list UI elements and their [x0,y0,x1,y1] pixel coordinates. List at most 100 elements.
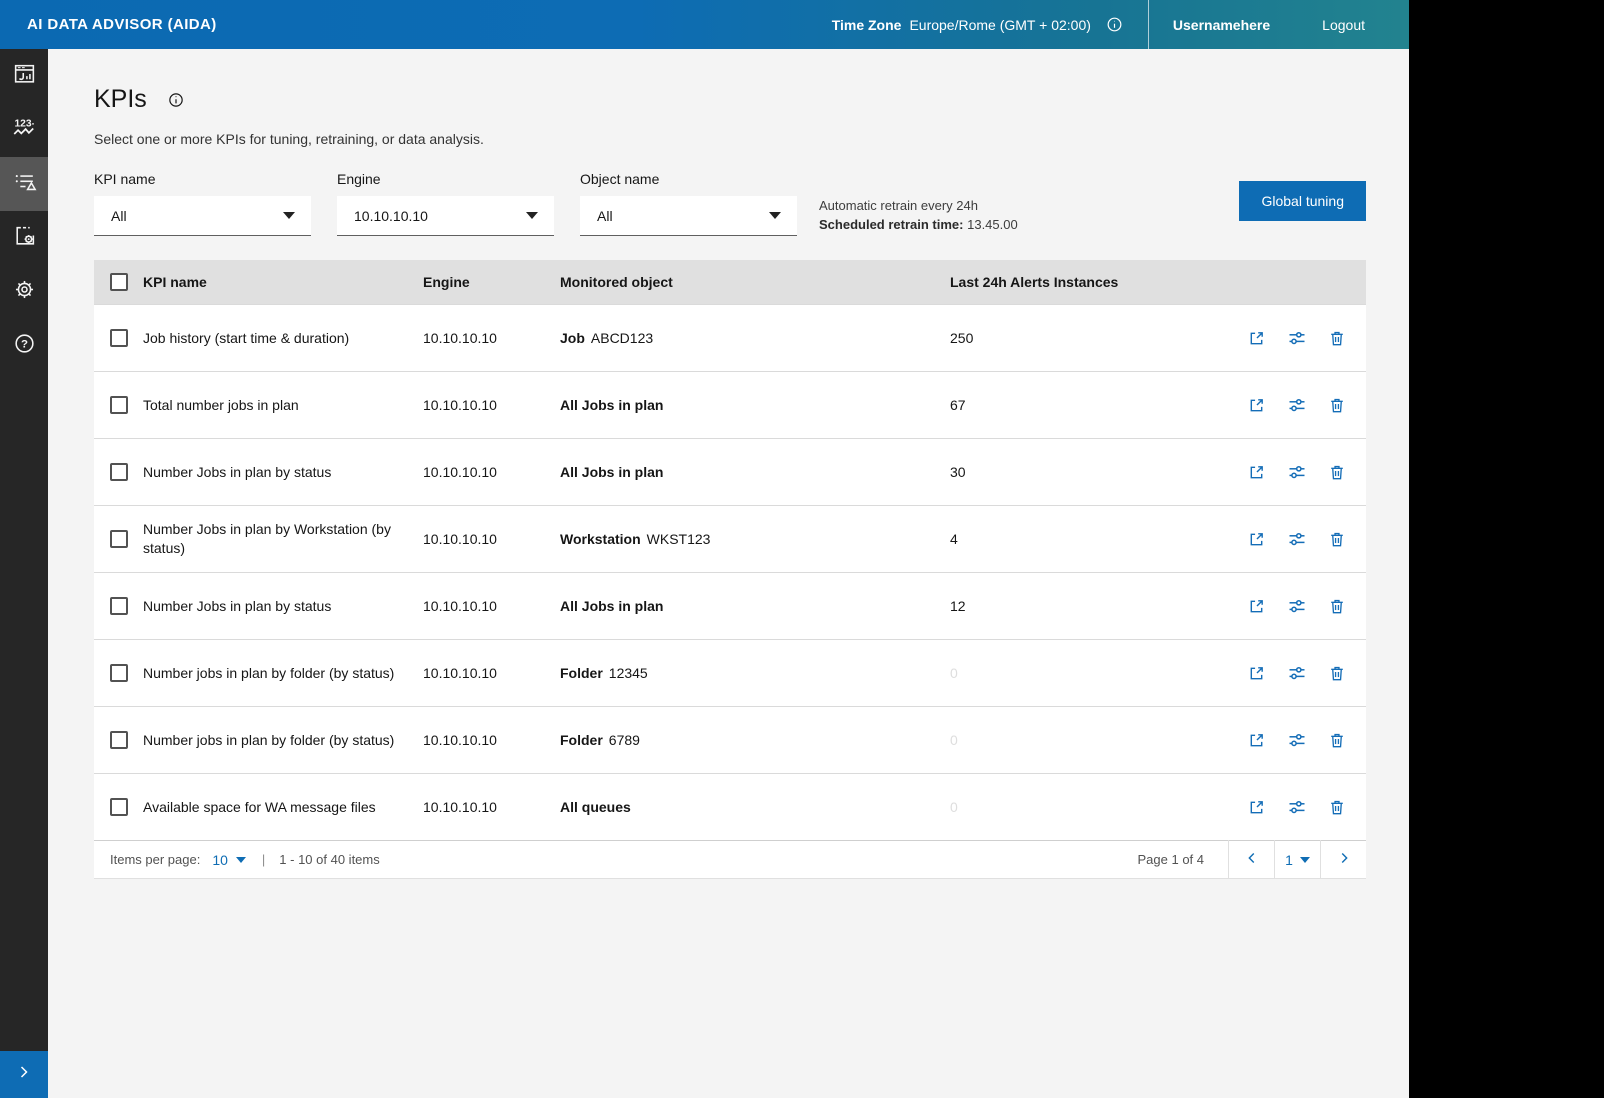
sidebar-item-object-config[interactable] [0,211,48,265]
tuning-sliders-icon[interactable] [1288,463,1306,481]
open-in-new-icon[interactable] [1248,330,1265,347]
open-in-new-icon[interactable] [1248,732,1265,749]
open-in-new-icon[interactable] [1248,665,1265,682]
filter-kpi-name-value: All [111,208,127,224]
kpi-alert-list-icon [12,169,37,199]
table-row: Number Jobs in plan by status 10.10.10.1… [94,572,1366,639]
delete-trash-icon[interactable] [1329,732,1345,749]
filter-engine-select[interactable]: 10.10.10.10 [337,196,554,236]
app-title: AI DATA ADVISOR (AIDA) [27,16,217,33]
page-of-text: Page 1 of 4 [1138,852,1229,867]
alerts-count-cell: 0 [950,665,1250,681]
object-settings-icon [12,223,37,253]
username[interactable]: Usernamehere [1149,17,1322,33]
engine-cell: 10.10.10.10 [423,665,560,681]
delete-trash-icon[interactable] [1329,598,1345,615]
tuning-sliders-icon[interactable] [1288,664,1306,682]
open-in-new-icon[interactable] [1248,799,1265,816]
app-window: AI DATA ADVISOR (AIDA) Time Zone Europe/… [0,0,1409,1098]
previous-page-button[interactable] [1228,840,1274,879]
delete-trash-icon[interactable] [1329,799,1345,816]
timezone-info-icon[interactable] [1105,15,1124,34]
row-checkbox[interactable] [110,664,128,682]
row-checkbox[interactable] [110,329,128,347]
chevron-left-icon [1244,850,1260,869]
delete-trash-icon[interactable] [1329,531,1345,548]
filter-engine-value: 10.10.10.10 [354,208,428,224]
chevron-down-icon [236,857,246,863]
sidebar-item-kpis[interactable] [0,157,48,211]
tuning-sliders-icon[interactable] [1288,798,1306,816]
select-all-checkbox[interactable] [110,273,128,291]
row-checkbox[interactable] [110,798,128,816]
row-checkbox[interactable] [110,530,128,548]
kpi-name-cell: Job history (start time & duration) [143,329,423,348]
table-row: Number jobs in plan by folder (by status… [94,639,1366,706]
tuning-sliders-icon[interactable] [1288,396,1306,414]
row-checkbox[interactable] [110,396,128,414]
delete-trash-icon[interactable] [1329,665,1345,682]
items-range-text: 1 - 10 of 40 items [279,852,379,867]
engine-cell: 10.10.10.10 [423,598,560,614]
sidebar-item-help[interactable]: ? [0,319,48,373]
filter-kpi-name-select[interactable]: All [94,196,311,236]
row-checkbox[interactable] [110,463,128,481]
sidebar-expand-button[interactable] [0,1051,48,1098]
retrain-line2-value: 13.45.00 [967,217,1018,232]
engine-cell: 10.10.10.10 [423,330,560,346]
page-subtitle: Select one or more KPIs for tuning, retr… [94,131,1366,147]
monitored-object-cell: Folder6789 [560,732,950,748]
timezone-value: Europe/Rome (GMT + 02:00) [909,17,1090,33]
filter-object-name-value: All [597,208,613,224]
page-info-icon[interactable] [167,91,185,109]
column-header-engine: Engine [423,274,560,290]
tuning-sliders-icon[interactable] [1288,731,1306,749]
page-number-select[interactable]: 1 [1274,840,1320,879]
column-header-alerts: Last 24h Alerts Instances [950,274,1250,290]
chevron-down-icon [1300,857,1310,863]
filter-object-name-select[interactable]: All [580,196,797,236]
items-per-page-select[interactable]: 10 [212,852,246,868]
kpi-name-cell: Number jobs in plan by folder (by status… [143,664,423,683]
alerts-count-cell: 0 [950,799,1250,815]
logout-button[interactable]: Logout [1322,17,1409,33]
open-in-new-icon[interactable] [1248,464,1265,481]
main-content: KPIs Select one or more KPIs for tuning,… [48,49,1409,1098]
delete-trash-icon[interactable] [1329,464,1345,481]
monitored-object-cell: All Jobs in plan [560,464,950,480]
kpi-name-cell: Number Jobs in plan by status [143,597,423,616]
alerts-count-cell: 0 [950,732,1250,748]
delete-trash-icon[interactable] [1329,330,1345,347]
tuning-sliders-icon[interactable] [1288,329,1306,347]
kpi-name-cell: Number Jobs in plan by status [143,463,423,482]
open-in-new-icon[interactable] [1248,397,1265,414]
sidebar-item-settings[interactable] [0,265,48,319]
column-header-object: Monitored object [560,274,950,290]
open-in-new-icon[interactable] [1248,598,1265,615]
row-checkbox[interactable] [110,597,128,615]
kpi-name-cell: Available space for WA message files [143,798,423,817]
filter-object-name-label: Object name [580,171,797,187]
numbers-trend-icon: 123 [11,115,37,146]
current-page-value: 1 [1285,852,1293,868]
sidebar-item-dashboard[interactable] [0,49,48,103]
help-icon: ? [12,331,37,361]
tuning-sliders-icon[interactable] [1288,530,1306,548]
dashboard-icon [12,61,37,91]
gear-icon [12,277,37,307]
chevron-down-icon [283,212,295,219]
row-checkbox[interactable] [110,731,128,749]
delete-trash-icon[interactable] [1329,397,1345,414]
tuning-sliders-icon[interactable] [1288,597,1306,615]
sidebar-item-estimates[interactable]: 123 [0,103,48,157]
table-row: Job history (start time & duration) 10.1… [94,304,1366,371]
alerts-count-cell: 12 [950,598,1250,614]
open-in-new-icon[interactable] [1248,531,1265,548]
kpi-table: KPI name Engine Monitored object Last 24… [94,260,1366,840]
chevron-right-icon [1336,850,1352,869]
chevron-down-icon [526,212,538,219]
next-page-button[interactable] [1320,840,1366,879]
filter-engine-label: Engine [337,171,554,187]
global-tuning-button[interactable]: Global tuning [1239,181,1366,221]
pagination-bar: Items per page: 10 | 1 - 10 of 40 items … [94,840,1366,879]
